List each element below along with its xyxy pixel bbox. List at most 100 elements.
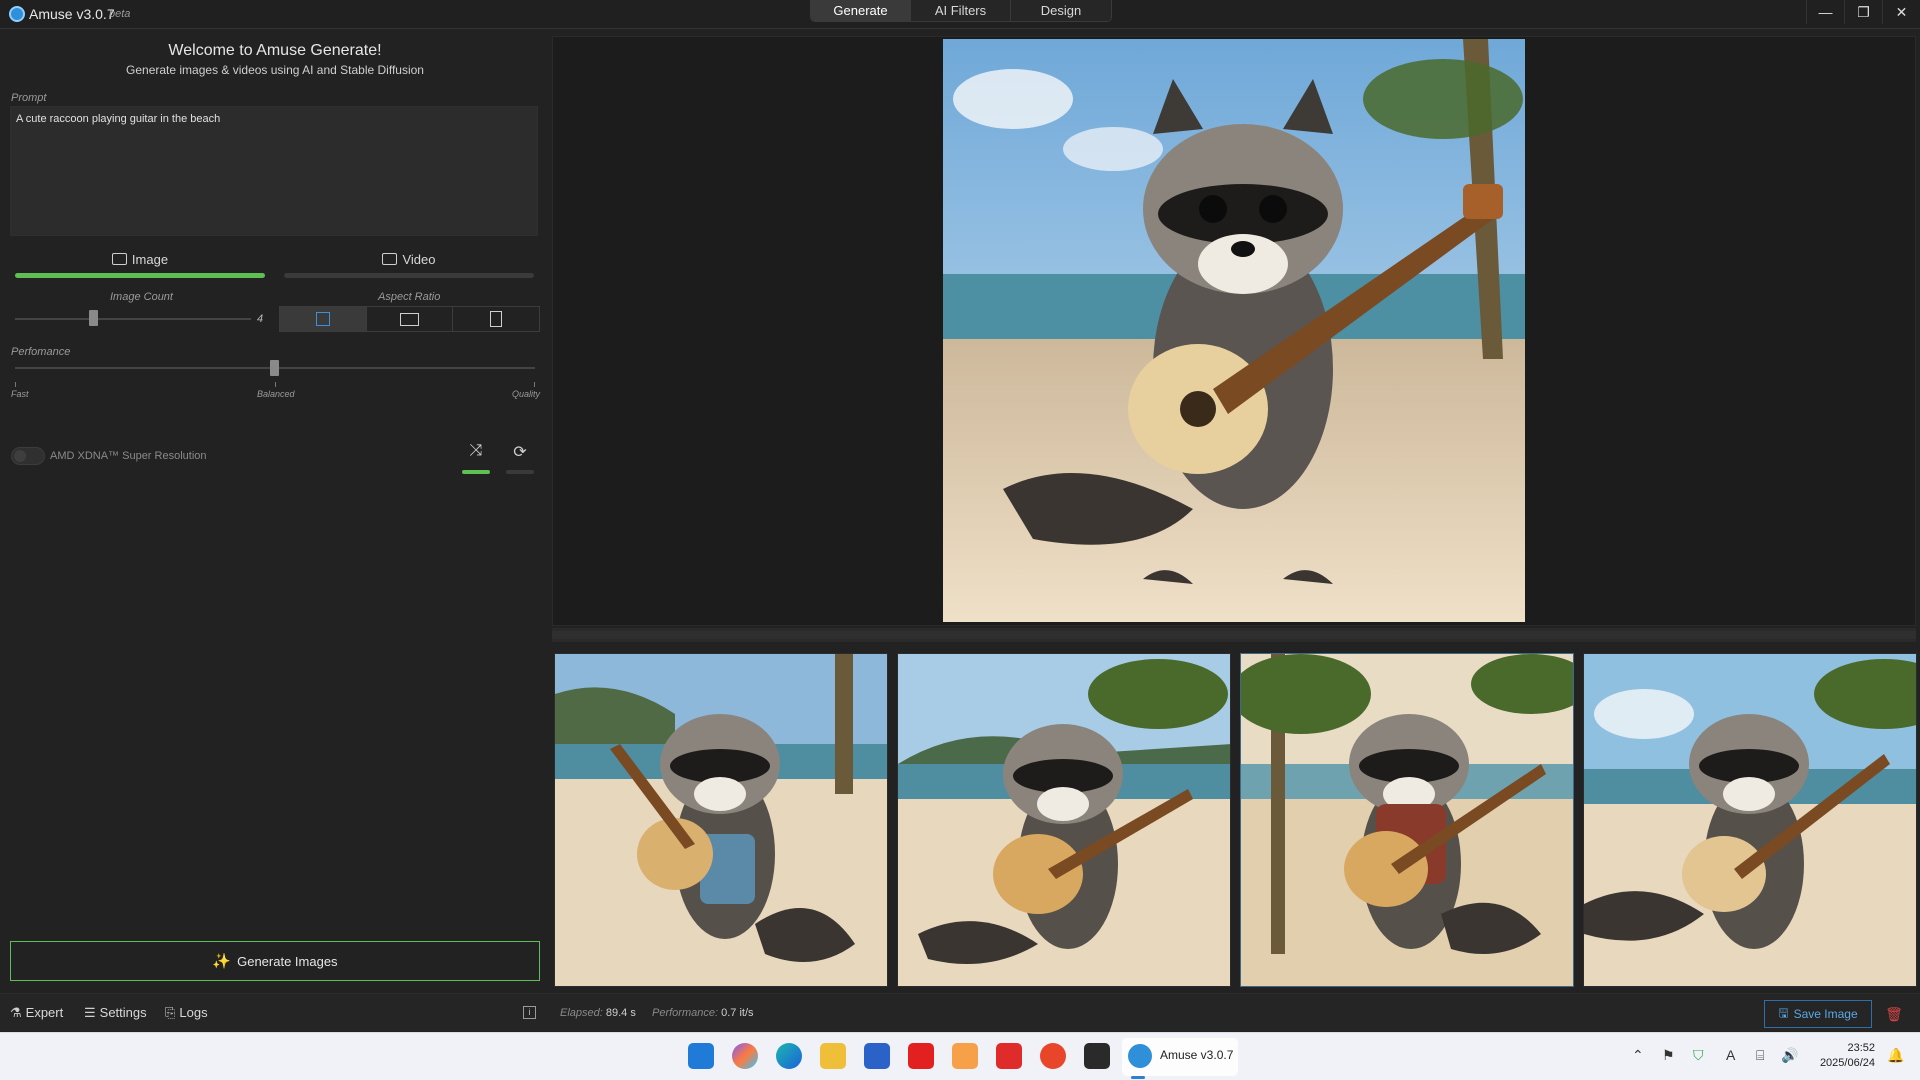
- magic-wand-icon: ✨: [212, 953, 232, 970]
- volume-icon[interactable]: 🔊: [1781, 1047, 1798, 1064]
- shuffle-icon: ⤨: [469, 442, 483, 459]
- microsoft-store-icon[interactable]: [864, 1043, 890, 1069]
- status-bar: ⚗ Expert ☰ Settings ⎘ Logs i Elapsed: 89.4 …: [0, 993, 1920, 1031]
- performance-stat: Performance: 0.7 it/s: [652, 1007, 754, 1019]
- flag-icon[interactable]: ⚑: [1662, 1047, 1675, 1064]
- mode-tab-indicator: [284, 273, 534, 278]
- performance-stat-value: 0.7 it/s: [721, 1007, 754, 1019]
- mode-tab-indicator: [15, 273, 265, 278]
- media-player-icon[interactable]: [952, 1043, 978, 1069]
- restore-button[interactable]: ❐: [1844, 0, 1882, 24]
- settings-button[interactable]: ☰ Settings: [84, 1005, 147, 1021]
- shield-icon[interactable]: ⛉: [1693, 1047, 1704, 1064]
- portrait-icon: [490, 311, 503, 327]
- window-controls: — ❐ ✕: [1806, 0, 1920, 24]
- save-image-button[interactable]: 🖫 Save Image: [1764, 1000, 1872, 1028]
- elapsed-label: Elapsed:: [560, 1007, 603, 1019]
- amuse-logo-icon: [9, 6, 25, 22]
- minimize-button[interactable]: —: [1806, 0, 1844, 24]
- taskbar-active-indicator: [1131, 1076, 1145, 1079]
- settings-label: Settings: [99, 1005, 147, 1020]
- preview-scrollbar[interactable]: [552, 628, 1916, 642]
- welcome-title: Welcome to Amuse Generate!: [168, 42, 382, 59]
- thumbnail-strip: [554, 653, 1917, 987]
- close-button[interactable]: ✕: [1882, 0, 1920, 24]
- raccoon-thumbnail-image: [898, 654, 1230, 986]
- amuse-taskbar-icon: [1128, 1044, 1152, 1068]
- generation-settings-panel: Welcome to Amuse Generate! Generate imag…: [0, 30, 550, 990]
- system-clock[interactable]: 23:52 2025/06/24: [1815, 1041, 1875, 1071]
- thumbnail-item[interactable]: [897, 653, 1231, 987]
- aspect-ratio-selector: [279, 306, 540, 332]
- network-icon[interactable]: ⌸: [1756, 1047, 1764, 1064]
- performance-label: Perfomance: [11, 346, 71, 358]
- reset-seed-button[interactable]: ⟳: [505, 442, 535, 478]
- prompt-input[interactable]: A cute raccoon playing guitar in the bea…: [10, 106, 538, 236]
- performance-tick: [534, 382, 535, 387]
- notification-bell-icon[interactable]: 🔔: [1887, 1047, 1904, 1064]
- random-seed-indicator: [462, 470, 490, 474]
- document-icon: ⎘: [165, 1005, 176, 1020]
- landscape-icon: [400, 312, 419, 326]
- performance-mark-fast: Fast: [11, 389, 29, 399]
- generate-images-button[interactable]: ✨ Generate Images: [10, 941, 540, 981]
- reset-seed-indicator: [506, 470, 534, 474]
- beta-badge: beta: [109, 8, 131, 20]
- close-icon: ✕: [1895, 3, 1908, 20]
- clock-date: 2025/06/24: [1819, 1057, 1875, 1069]
- aspect-landscape-button[interactable]: [367, 307, 454, 331]
- vivaldi-icon[interactable]: [996, 1043, 1022, 1069]
- chevron-up-icon[interactable]: ⌃: [1632, 1047, 1644, 1064]
- minimize-icon: —: [1818, 4, 1833, 20]
- random-seed-button[interactable]: ⤨: [461, 442, 491, 478]
- raccoon-guitar-image: [943, 39, 1525, 622]
- thumbnail-item[interactable]: [554, 653, 888, 987]
- clock-time: 23:52: [1847, 1042, 1875, 1054]
- start-button[interactable]: [688, 1043, 714, 1069]
- image-icon: [111, 253, 127, 265]
- mode-tab-image[interactable]: Image: [15, 248, 265, 280]
- terminal-app-icon[interactable]: [1084, 1043, 1110, 1069]
- performance-mark-quality: Quality: [512, 389, 541, 399]
- main-generated-image[interactable]: [943, 39, 1525, 622]
- image-count-slider-thumb[interactable]: [88, 310, 98, 326]
- performance-slider-thumb[interactable]: [270, 360, 279, 376]
- logs-label: Logs: [179, 1005, 208, 1020]
- image-count-value: 4: [257, 313, 264, 325]
- welcome-subtitle: Generate images & videos using AI and St…: [126, 63, 424, 77]
- image-count-slider-track[interactable]: [15, 318, 251, 320]
- copilot-icon[interactable]: [732, 1043, 758, 1069]
- mode-tab-label: Image: [131, 252, 169, 267]
- aspect-portrait-button[interactable]: [453, 307, 539, 331]
- prompt-label: Prompt: [11, 92, 47, 104]
- tab-generate[interactable]: Generate: [811, 0, 911, 21]
- logs-button[interactable]: ⎘ Logs: [165, 1005, 208, 1021]
- scrollbar-grip[interactable]: [552, 631, 1916, 639]
- edge-browser-icon[interactable]: [776, 1043, 802, 1069]
- film-icon: [382, 253, 398, 265]
- tab-design[interactable]: Design: [1011, 0, 1111, 21]
- aspect-square-button[interactable]: [280, 307, 367, 331]
- file-explorer-icon[interactable]: [820, 1043, 846, 1069]
- expert-button[interactable]: ⚗ Expert: [10, 1005, 63, 1021]
- title-bar: Amuse v3.0.7 beta Generate AI Filters De…: [0, 0, 1920, 29]
- input-language-icon[interactable]: A: [1726, 1047, 1735, 1063]
- thumbnail-item-selected[interactable]: [1240, 653, 1574, 987]
- performance-mark-balanced: Balanced: [257, 389, 295, 399]
- trash-icon: 🗑: [1885, 1005, 1903, 1022]
- image-count-label: Image Count: [110, 291, 173, 303]
- performance-tick: [275, 382, 276, 387]
- raccoon-thumbnail-image: [1584, 654, 1916, 986]
- youtube-icon[interactable]: [908, 1043, 934, 1069]
- mode-tab-video[interactable]: Video: [284, 248, 534, 280]
- thumbnail-item[interactable]: [1583, 653, 1917, 987]
- xdna-super-resolution-toggle[interactable]: [11, 447, 45, 465]
- tab-ai-filters[interactable]: AI Filters: [911, 0, 1011, 21]
- expert-label: Expert: [25, 1005, 64, 1020]
- wps-office-icon[interactable]: [1040, 1043, 1066, 1069]
- xdna-super-resolution-label: AMD XDNA™ Super Resolution: [50, 450, 207, 462]
- delete-image-button[interactable]: 🗑: [1877, 1000, 1911, 1028]
- mode-tab-label: Video: [402, 252, 436, 267]
- elapsed-stat: Elapsed: 89.4 s: [560, 1007, 636, 1019]
- info-icon[interactable]: i: [523, 1006, 536, 1019]
